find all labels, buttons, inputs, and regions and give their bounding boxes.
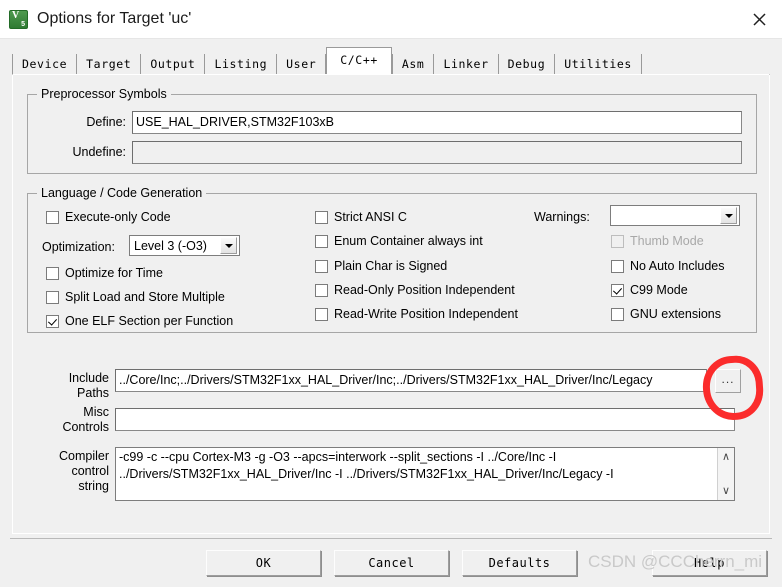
checkbox-box xyxy=(315,308,328,321)
tab-c-cpp[interactable]: C/C++ xyxy=(326,47,392,74)
keil-uvision-icon xyxy=(9,9,28,29)
checkbox-box xyxy=(46,267,59,280)
checkbox-box xyxy=(315,211,328,224)
compiler-control-string-scrollbar[interactable]: ∧ ∨ xyxy=(717,448,734,500)
checkbox-label: Read-Write Position Independent xyxy=(334,307,518,321)
checkbox-no-auto-includes[interactable]: No Auto Includes xyxy=(611,259,725,273)
checkbox-one-elf-section-per-function[interactable]: One ELF Section per Function xyxy=(46,314,233,328)
language-code-generation-group: Language / Code Generation Execute-only … xyxy=(27,186,757,333)
misc-controls-input[interactable] xyxy=(115,408,735,431)
tab-listing[interactable]: Listing xyxy=(205,54,278,74)
checkbox-enum-container-always-int[interactable]: Enum Container always int xyxy=(315,234,483,248)
defaults-button[interactable]: Defaults xyxy=(462,550,577,576)
title-bar: Options for Target 'uc' xyxy=(0,0,782,39)
compiler-control-string-textarea[interactable]: -c99 -c --cpu Cortex-M3 -g -O3 --apcs=in… xyxy=(115,447,735,501)
checkbox-box xyxy=(315,284,328,297)
scroll-down-icon[interactable]: ∨ xyxy=(722,482,730,500)
tab-device[interactable]: Device xyxy=(12,54,78,74)
preprocessor-symbols-group: Preprocessor Symbols Define: USE_HAL_DRI… xyxy=(27,87,757,174)
undefine-input[interactable] xyxy=(132,141,742,164)
compiler-control-string-value: -c99 -c --cpu Cortex-M3 -g -O3 --apcs=in… xyxy=(119,450,614,481)
checkbox-box xyxy=(315,235,328,248)
optimization-value: Level 3 (-O3) xyxy=(134,238,207,253)
checkbox-gnu-extensions[interactable]: GNU extensions xyxy=(611,307,721,321)
cancel-button[interactable]: Cancel xyxy=(334,550,449,576)
dialog-button-row: OK Cancel Defaults Help xyxy=(0,538,782,587)
checkbox-read-write-position-independent[interactable]: Read-Write Position Independent xyxy=(315,307,518,321)
ok-button[interactable]: OK xyxy=(206,550,321,576)
checkbox-box xyxy=(46,211,59,224)
c-cpp-tab-panel: Preprocessor Symbols Define: USE_HAL_DRI… xyxy=(12,74,770,534)
include-paths-label: Include Paths xyxy=(27,371,109,401)
checkbox-execute-only-code[interactable]: Execute-only Code xyxy=(46,210,171,224)
checkbox-plain-char-is-signed[interactable]: Plain Char is Signed xyxy=(315,259,447,273)
language-legend: Language / Code Generation xyxy=(37,186,207,200)
chevron-down-icon[interactable] xyxy=(220,237,237,254)
scroll-up-icon[interactable]: ∧ xyxy=(722,448,730,466)
checkbox-thumb-mode: Thumb Mode xyxy=(611,234,704,248)
checkbox-label: Thumb Mode xyxy=(630,234,704,248)
checkbox-optimize-for-time[interactable]: Optimize for Time xyxy=(46,266,163,280)
checkbox-label: Execute-only Code xyxy=(65,210,171,224)
divider xyxy=(10,538,772,539)
warnings-label: Warnings: xyxy=(534,210,590,224)
close-icon[interactable] xyxy=(736,0,782,38)
checkbox-c99-mode[interactable]: C99 Mode xyxy=(611,283,688,297)
tab-linker[interactable]: Linker xyxy=(434,54,499,74)
misc-controls-label-line2: Controls xyxy=(62,420,109,434)
tab-output[interactable]: Output xyxy=(141,54,206,74)
include-paths-label-line2: Paths xyxy=(77,386,109,400)
checkbox-box xyxy=(46,291,59,304)
define-label: Define: xyxy=(86,115,126,129)
tab-utilities[interactable]: Utilities xyxy=(555,54,642,74)
include-paths-input[interactable]: ../Core/Inc;../Drivers/STM32F1xx_HAL_Dri… xyxy=(115,369,707,392)
checkbox-label: Split Load and Store Multiple xyxy=(65,290,225,304)
checkbox-read-only-position-independent[interactable]: Read-Only Position Independent xyxy=(315,283,515,297)
checkbox-label: Strict ANSI C xyxy=(334,210,407,224)
chevron-down-icon[interactable] xyxy=(720,207,737,224)
checkbox-box xyxy=(611,235,624,248)
checkbox-label: No Auto Includes xyxy=(630,259,725,273)
compiler-label-line2: control xyxy=(71,464,109,478)
include-paths-label-line1: Include xyxy=(68,371,109,385)
misc-controls-label-line1: Misc xyxy=(83,405,109,419)
checkbox-box xyxy=(611,284,624,297)
checkbox-label: One ELF Section per Function xyxy=(65,314,234,328)
tab-target[interactable]: Target xyxy=(77,54,142,74)
checkbox-label: Plain Char is Signed xyxy=(334,259,448,273)
optimization-select[interactable]: Level 3 (-O3) xyxy=(129,235,240,256)
checkbox-label: Read-Only Position Independent xyxy=(334,283,515,297)
checkbox-label: C99 Mode xyxy=(630,283,688,297)
include-paths-browse-button[interactable]: ... xyxy=(715,369,741,393)
help-button[interactable]: Help xyxy=(652,550,767,576)
preprocessor-legend: Preprocessor Symbols xyxy=(37,87,171,101)
checkbox-box xyxy=(611,308,624,321)
tab-strip: Device Target Output Listing User C/C++ … xyxy=(12,47,782,74)
tab-debug[interactable]: Debug xyxy=(498,54,556,74)
checkbox-label: Optimize for Time xyxy=(65,266,163,280)
checkbox-box xyxy=(315,260,328,273)
tab-user[interactable]: User xyxy=(277,54,327,74)
tab-asm[interactable]: Asm xyxy=(391,54,435,74)
checkbox-label: Enum Container always int xyxy=(334,234,483,248)
warnings-select[interactable] xyxy=(610,205,740,226)
compiler-label-line1: Compiler xyxy=(58,449,109,463)
optimization-label: Optimization: xyxy=(42,240,115,254)
misc-controls-label: Misc Controls xyxy=(27,405,109,435)
checkbox-box xyxy=(46,315,59,328)
checkbox-split-load-store-multiple[interactable]: Split Load and Store Multiple xyxy=(46,290,225,304)
checkbox-strict-ansi-c[interactable]: Strict ANSI C xyxy=(315,210,407,224)
compiler-label-line3: string xyxy=(78,479,109,493)
define-input[interactable]: USE_HAL_DRIVER,STM32F103xB xyxy=(132,111,742,134)
checkbox-box xyxy=(611,260,624,273)
window-title: Options for Target 'uc' xyxy=(37,10,192,27)
checkbox-label: GNU extensions xyxy=(630,307,722,321)
compiler-control-string-label: Compiler control string xyxy=(21,449,109,494)
undefine-label: Undefine: xyxy=(72,145,126,159)
